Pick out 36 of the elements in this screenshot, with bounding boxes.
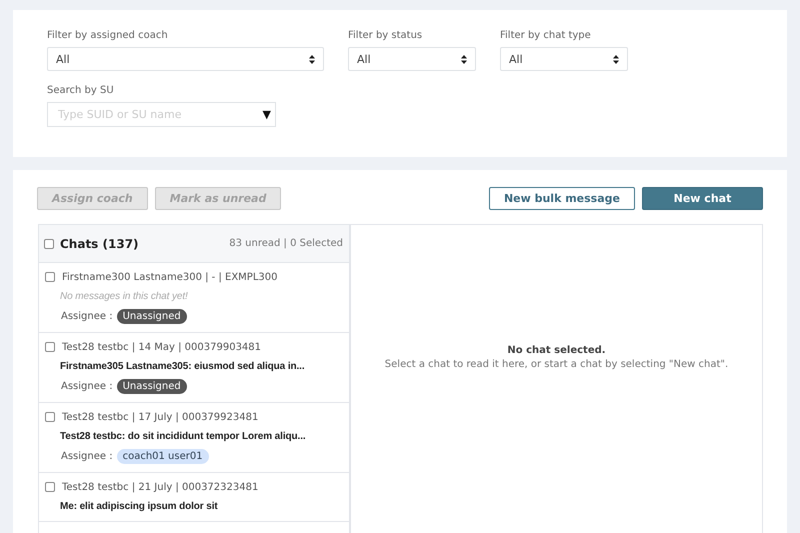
assignee-badge: coach01 user01 [116,449,209,464]
filter-label: Filter by assigned coach [47,30,169,41]
up-down-arrows-icon [461,54,467,64]
bulk-message-button[interactable]: New bulk message [488,187,635,210]
filter-dropdown[interactable]: All [47,47,324,71]
search-label: Search by SU [47,85,115,96]
chat-meta: Firstname300 Lastname300 | - | EXMPL300 [62,272,278,282]
filter-label: Filter by status [348,30,424,41]
filter-label: Filter by chat type [500,30,592,41]
checkbox[interactable] [45,272,55,282]
chat-meta: Test28 testbc | 14 May | 000379903481 [62,342,262,352]
caret-icon[interactable]: ▼ [262,108,271,121]
chat-meta: Test28 testbc | 17 July | 000379923481 [62,412,258,422]
assignee-label: Assignee : [61,311,113,322]
assignee-label: Assignee : [61,451,113,462]
last-message: Me: elit adipiscing ipsum dolor sit [60,501,218,512]
empty-state-text: Select a chat to read it here, or start a chat by selecting "New chat". [384,359,728,370]
chats-title: Chats (137) [60,236,139,250]
last-message: Firstname305 Lastname305: eiusmod sed aliqua in... [60,361,305,372]
assignee-label: Assignee : [61,381,113,392]
assignee-badge: Unassigned [116,379,187,394]
filter-dropdown[interactable]: All [500,47,628,71]
assignee-badge: Unassigned [116,309,187,324]
checkbox[interactable] [45,412,55,422]
checkbox[interactable] [45,342,55,352]
last-message: Test28 testbc: do sit incididunt tempor Lorem aliqu... [60,431,306,442]
empty-state-title: No chat selected. [507,345,606,356]
checkbox[interactable] [44,238,54,248]
up-down-arrows-icon [309,54,315,64]
empty-chat-note: No messages in this chat yet! [60,291,188,302]
chat-meta: Test28 testbc | 21 July | 000372323481 [62,482,258,492]
chat-summary: 83 unread | 0 Selected [229,238,343,249]
up-down-arrows-icon [613,54,619,64]
new-chat-button[interactable]: New chat [642,187,763,210]
filter-dropdown[interactable]: All [348,47,476,71]
checkbox[interactable] [45,482,55,492]
